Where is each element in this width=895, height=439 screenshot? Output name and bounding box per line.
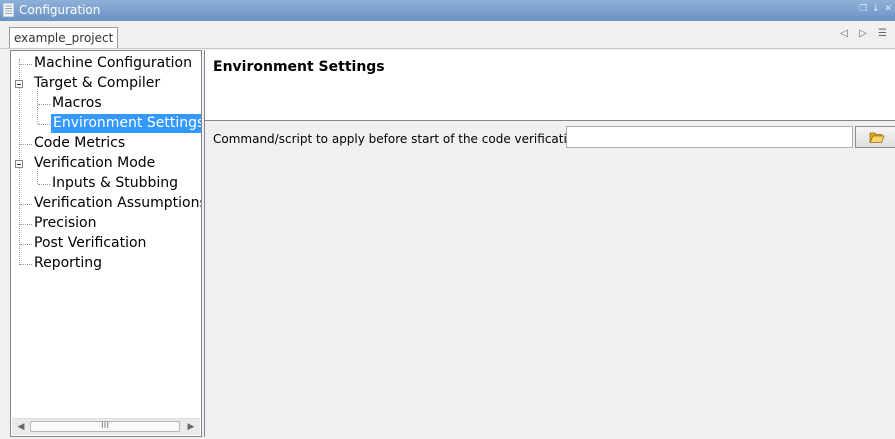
tab-navigation-icons[interactable]: ◁ ▷ ☰ xyxy=(840,28,891,39)
settings-content-panel: Environment Settings Command/script to a… xyxy=(204,50,895,437)
tree-connector xyxy=(38,124,50,125)
pre-verification-command-label: Command/script to apply before start of … xyxy=(213,132,582,146)
scrollbar-thumb[interactable]: III xyxy=(30,421,180,432)
tab-strip: example_project ◁ ▷ ☰ xyxy=(0,21,895,49)
tree-connector xyxy=(20,144,32,145)
pre-verification-command-input[interactable] xyxy=(566,126,853,148)
window-titlebar: Configuration ❐ ↓ ✕ xyxy=(0,0,895,21)
tree-connector xyxy=(38,104,50,105)
tree-item-code-metrics[interactable]: Code Metrics xyxy=(34,134,125,153)
tree-item-environment-settings[interactable]: Environment Settings xyxy=(51,114,201,133)
tree-item-post-verification[interactable]: Post Verification xyxy=(34,234,146,253)
scroll-left-icon[interactable]: ◀ xyxy=(14,420,28,434)
browse-button[interactable] xyxy=(855,126,895,148)
tree-connector xyxy=(37,89,38,124)
tree-connector xyxy=(20,264,32,265)
tree-item-machine-configuration[interactable]: Machine Configuration xyxy=(34,54,192,73)
tree-connector xyxy=(20,204,32,205)
collapse-toggle-icon[interactable] xyxy=(15,80,23,88)
window-title: Configuration xyxy=(19,3,101,17)
settings-header: Environment Settings xyxy=(205,50,895,121)
window-controls[interactable]: ❐ ↓ ✕ xyxy=(859,4,893,14)
horizontal-scrollbar[interactable]: ◀ III ▶ xyxy=(12,418,200,435)
folder-open-icon xyxy=(869,132,885,143)
collapse-toggle-icon[interactable] xyxy=(15,160,23,168)
configuration-tree: Machine Configuration Target & Compiler … xyxy=(10,50,202,437)
tree-item-verification-assumptions[interactable]: Verification Assumptions xyxy=(34,194,201,213)
document-icon xyxy=(3,3,14,17)
tree-item-macros[interactable]: Macros xyxy=(52,94,102,113)
tree-connector xyxy=(20,224,32,225)
tree-item-precision[interactable]: Precision xyxy=(34,214,96,233)
tree-connector xyxy=(20,244,32,245)
tab-example-project[interactable]: example_project xyxy=(9,27,119,48)
tree-item-inputs-stubbing[interactable]: Inputs & Stubbing xyxy=(52,174,178,193)
scroll-right-icon[interactable]: ▶ xyxy=(184,420,198,434)
tree-connector xyxy=(38,184,50,185)
tree-item-target-compiler[interactable]: Target & Compiler xyxy=(34,74,160,93)
tree-connector xyxy=(20,64,32,65)
tree-item-reporting[interactable]: Reporting xyxy=(34,254,102,273)
page-title: Environment Settings xyxy=(213,59,385,75)
tree-item-verification-mode[interactable]: Verification Mode xyxy=(34,154,155,173)
